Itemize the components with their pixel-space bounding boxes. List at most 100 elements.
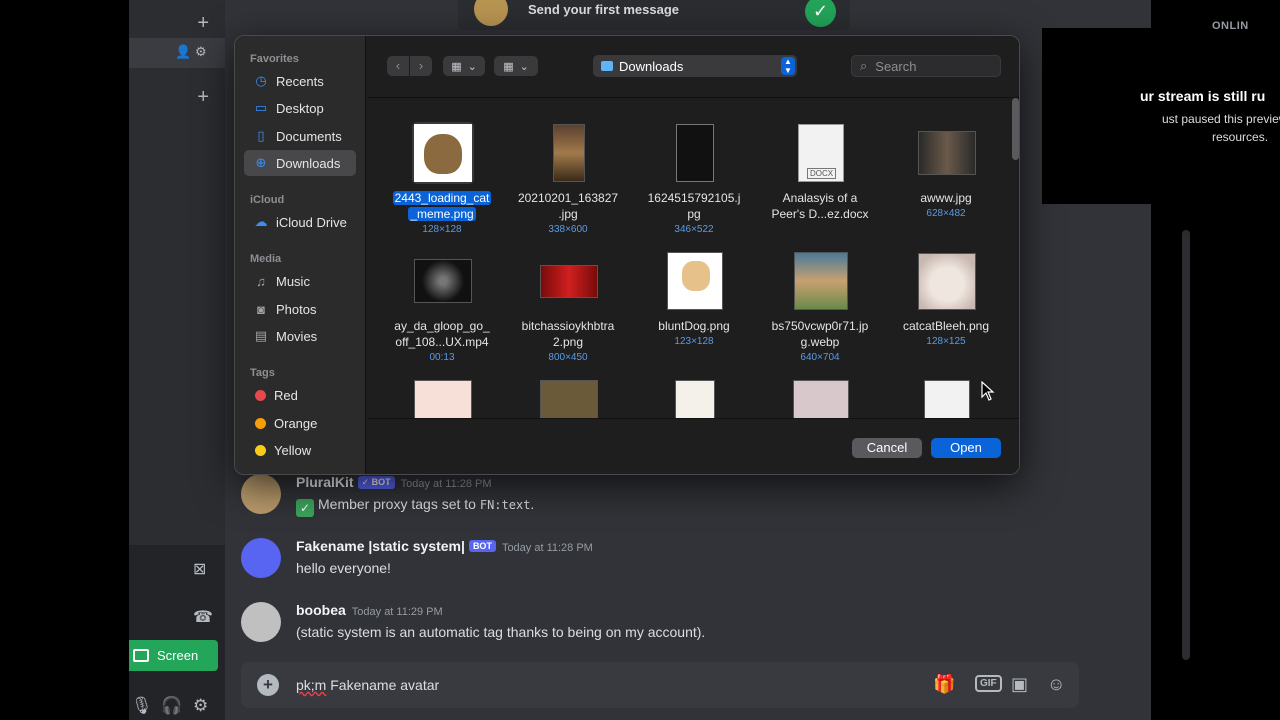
add-icon[interactable]: + (197, 86, 209, 109)
location-popup[interactable]: Downloads ▲ ▼ (593, 55, 797, 77)
file-thumbnail (916, 122, 978, 184)
sidebar-item-downloads[interactable]: ⊕ Downloads (244, 150, 356, 176)
sidebar-item-tag-red[interactable]: Red (244, 382, 356, 408)
file-thumbnail (790, 378, 852, 418)
file-thumbnail (412, 250, 474, 312)
sidebar-item-tag-orange[interactable]: Orange (244, 410, 356, 436)
file-open-dialog: Favorites ◷ Recents ▭ Desktop ▯ Documents ⊕… (234, 35, 1020, 475)
kitten-image (675, 380, 715, 418)
sidebar-item-icloud-drive[interactable]: ☁ iCloud Drive (244, 209, 356, 235)
document-icon (924, 380, 970, 418)
file-name: catcatBleeh.png (902, 319, 990, 333)
message-author: Fakename |static system| BOT Today at 11:2… (296, 538, 593, 554)
stream-preview: ONLIN ur stream is still ru ust paused t… (1042, 20, 1280, 204)
sticker-icon[interactable]: ▣ (1011, 674, 1028, 695)
desktop-icon: ▭ (254, 100, 268, 115)
view-mode-button[interactable]: ▦ ⌄ (443, 56, 485, 76)
video-image (414, 259, 472, 303)
add-icon[interactable]: + (197, 12, 209, 35)
search-field[interactable]: ⌕ Search (851, 55, 1001, 77)
message-author: boobea Today at 11:29 PM (296, 602, 443, 618)
sidebar-item-photos[interactable]: ◙ Photos (244, 296, 356, 322)
attach-icon[interactable]: + (257, 674, 279, 696)
back-button[interactable]: ‹ (387, 56, 409, 76)
disconnect-icon[interactable]: ☎ (193, 607, 213, 627)
composer-text[interactable]: pk;m Fakename avatar (296, 677, 439, 693)
yellow-tag-icon (255, 444, 266, 456)
sidebar-item-movies[interactable]: ▤ Movies (244, 323, 356, 349)
gear-icon[interactable]: ⚙ (195, 44, 207, 60)
check-icon: ✓ (296, 499, 314, 517)
file-meta: 800×450 (548, 352, 588, 363)
first-message-text: Send your first message (528, 2, 679, 17)
settings-icon[interactable]: ⚙ (193, 696, 208, 716)
message-body: ✓ Member proxy tags set to FN:text. (296, 496, 534, 517)
file-thumbnail (538, 122, 600, 184)
cloud-icon: ☁ (254, 214, 268, 229)
stop-stream-icon[interactable]: ⊠ (193, 559, 206, 579)
stream-text: resources. (1212, 130, 1269, 144)
screen-button[interactable]: Screen (129, 640, 218, 671)
tags-title: Tags (250, 367, 275, 379)
gif-icon[interactable]: GIF (975, 675, 1002, 692)
sidebar-item-music[interactable]: ♫ Music (244, 268, 356, 294)
meme-image (918, 131, 976, 175)
media-title: Media (250, 253, 282, 265)
favorites-title: Favorites (250, 53, 299, 65)
icloud-title: iCloud (250, 194, 285, 206)
group-by-button[interactable]: ▦ ⌄ (494, 56, 538, 76)
headphones-icon[interactable]: 🎧 (161, 696, 182, 716)
gift-icon[interactable]: 🎁 (933, 674, 955, 695)
grid-icon: ▦ (451, 60, 462, 73)
channel-sidebar: + 👤 ⚙ + ⊠ ☎ Screen 🎙 🎧 ⚙ (129, 0, 225, 720)
file-meta: 346×522 (674, 224, 714, 235)
file-thumbnail (664, 250, 726, 312)
dialog-footer: Cancel Open (367, 418, 1019, 474)
file-meta: 128×125 (926, 336, 966, 347)
location-label: Downloads (619, 58, 684, 74)
cat-image (540, 380, 598, 418)
chevron-down-icon: ⌄ (467, 60, 477, 73)
file-name: 1624515792105.j pg (647, 191, 741, 221)
file-grid: 2443_loading_cat _meme.png 128×128 202102… (367, 98, 1019, 418)
updown-icon: ▲ ▼ (781, 57, 795, 75)
file-thumbnail (538, 378, 600, 418)
message-composer[interactable]: + pk;m Fakename avatar 🎁 GIF ▣ ☺ (241, 662, 1079, 708)
file-name: 20210201_163827 .jpg (517, 191, 619, 221)
folder-icon (601, 61, 613, 71)
group-icon: ▦ (503, 60, 514, 73)
add-member-icon[interactable]: 👤 (175, 44, 191, 60)
open-button[interactable]: Open (931, 438, 1001, 458)
file-meta: 338×600 (548, 224, 588, 235)
screen-button-label: Screen (157, 648, 199, 663)
forward-button[interactable]: › (410, 56, 432, 76)
screen-icon (133, 649, 149, 662)
cancel-button[interactable]: Cancel (852, 438, 922, 458)
photo-image (553, 124, 585, 182)
first-message-card[interactable]: Send your first message ✓ (458, 0, 850, 30)
red-tag-icon (255, 389, 266, 401)
avatar (241, 602, 281, 642)
chat-scrollbar[interactable] (1182, 230, 1190, 660)
file-thumbnail (790, 250, 852, 312)
avatar (474, 0, 508, 26)
sidebar-row[interactable]: 👤 ⚙ (129, 38, 225, 68)
screen: + 👤 ⚙ + ⊠ ☎ Screen 🎙 🎧 ⚙ Send your first… (0, 0, 1280, 720)
sidebar-item-desktop[interactable]: ▭ Desktop (244, 95, 356, 121)
stream-text: ust paused this preview (1162, 112, 1280, 126)
file-meta: 123×128 (674, 336, 714, 347)
file-thumbnail: DOCX (790, 122, 852, 184)
voice-panel: ⊠ ☎ (129, 545, 225, 720)
text-screenshot-image (676, 124, 714, 182)
file-thumbnail (412, 122, 474, 184)
sidebar-item-recents[interactable]: ◷ Recents (244, 68, 356, 94)
sidebar-item-documents[interactable]: ▯ Documents (244, 123, 356, 149)
mute-icon[interactable]: 🎙 (131, 696, 153, 716)
sidebar-item-tag-yellow[interactable]: Yellow (244, 437, 356, 463)
grid-scrollbar[interactable] (1012, 98, 1019, 160)
dialog-toolbar: ‹ › ▦ ⌄ ▦ ⌄ Downloads ▲ ▼ ⌕ Search (367, 36, 1019, 98)
camera-icon: ◙ (257, 301, 265, 317)
emoji-icon[interactable]: ☺ (1047, 674, 1065, 695)
check-icon: ✓ (805, 0, 836, 27)
cat-image (918, 252, 976, 310)
